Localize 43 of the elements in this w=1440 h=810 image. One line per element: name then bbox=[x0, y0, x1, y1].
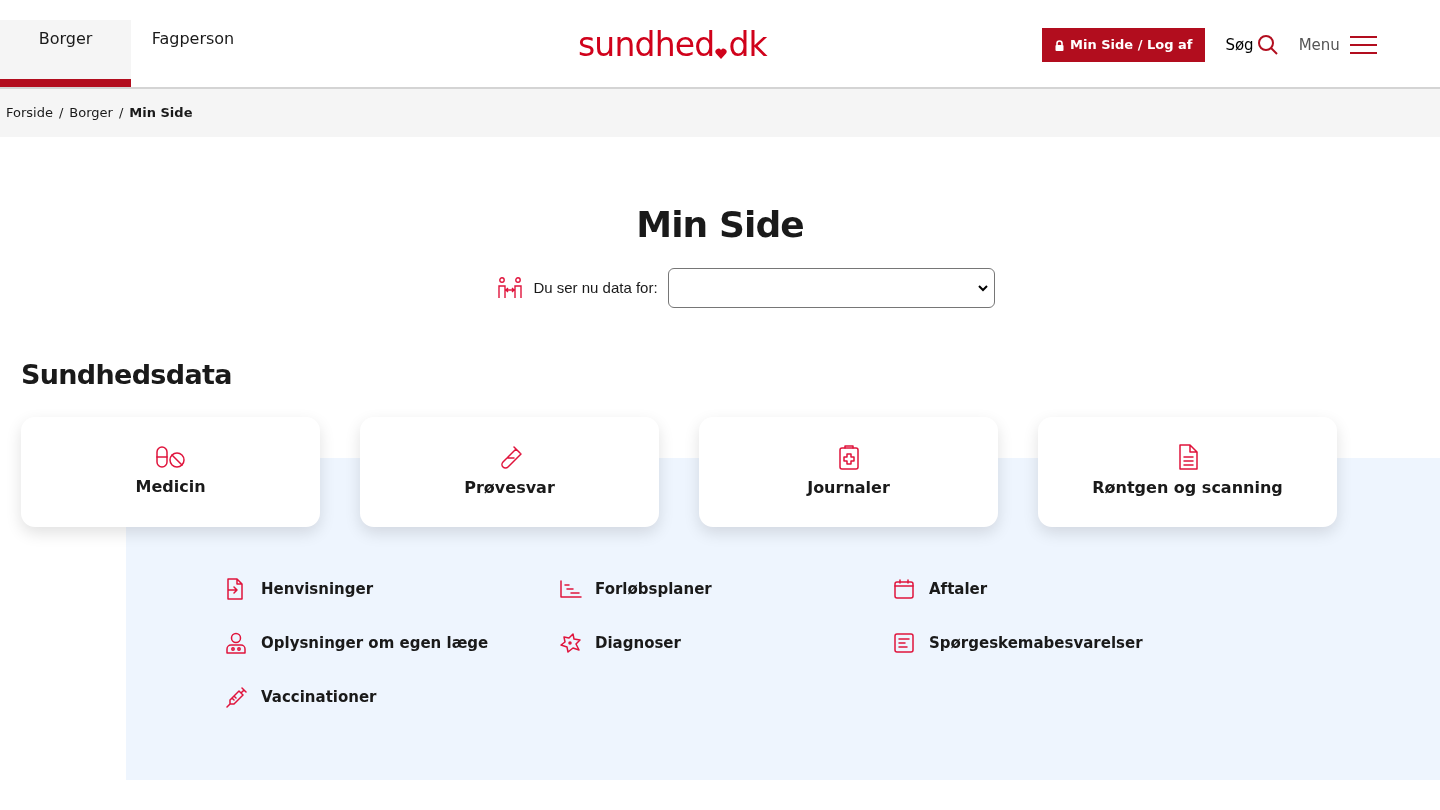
health-data-link[interactable]: Diagnoser bbox=[560, 631, 894, 655]
breadcrumb-separator: / bbox=[118, 104, 124, 123]
breadcrumb-link[interactable]: Forside bbox=[6, 103, 53, 123]
search-icon bbox=[1256, 34, 1279, 56]
health-data-link[interactable]: Oplysninger om egen læge bbox=[226, 631, 560, 655]
breadcrumb-separator: / bbox=[58, 104, 64, 123]
list-icon bbox=[894, 633, 914, 653]
health-data-link[interactable]: Vaccinationer bbox=[226, 685, 560, 709]
doctor-icon bbox=[226, 632, 246, 654]
breadcrumb-link[interactable]: Borger bbox=[69, 103, 113, 123]
heart-icon bbox=[715, 48, 728, 59]
logo-text[interactable]: dk bbox=[728, 28, 767, 61]
section-title: Sundhedsdata bbox=[21, 358, 233, 392]
clipboard-cross-icon bbox=[837, 444, 860, 470]
lock-icon bbox=[1055, 39, 1064, 51]
category-card[interactable]: Prøvesvar bbox=[360, 417, 659, 527]
nav-tab[interactable]: Borger bbox=[0, 20, 131, 87]
person-select[interactable] bbox=[667, 268, 995, 308]
health-data-link[interactable]: Spørgeskemabesvarelser bbox=[894, 631, 1228, 655]
logo-text[interactable]: sundhed bbox=[578, 28, 715, 61]
breadcrumb-current: Min Side bbox=[129, 104, 193, 123]
health-data-link[interactable]: Forløbsplaner bbox=[560, 577, 894, 601]
health-data-link[interactable]: Henvisninger bbox=[226, 577, 560, 601]
pills-icon bbox=[155, 445, 186, 469]
menu-icon bbox=[1349, 35, 1377, 55]
nav-tab[interactable]: Fagperson bbox=[131, 20, 255, 87]
health-data-link[interactable]: Aftaler bbox=[894, 577, 1228, 601]
data-for-label: Du ser nu data for: bbox=[533, 277, 658, 298]
virus-icon bbox=[560, 633, 582, 653]
category-card[interactable]: Journaler bbox=[699, 417, 998, 527]
calendar-icon bbox=[894, 579, 914, 599]
step-chart-icon bbox=[560, 580, 582, 598]
syringe-icon bbox=[226, 686, 248, 708]
people-exchange-icon bbox=[497, 277, 524, 299]
search-button[interactable]: Søg bbox=[1225, 33, 1279, 57]
category-card[interactable]: Medicin bbox=[21, 417, 320, 527]
document-icon bbox=[1177, 444, 1198, 470]
menu-button[interactable]: Menu bbox=[1298, 33, 1377, 57]
chevron-down-icon bbox=[977, 284, 988, 292]
login-button[interactable]: Min Side / Log af bbox=[1042, 28, 1206, 62]
category-card[interactable]: Røntgen og scanning bbox=[1038, 417, 1337, 527]
page-title: Min Side bbox=[635, 203, 805, 247]
file-arrow-icon bbox=[226, 578, 244, 600]
